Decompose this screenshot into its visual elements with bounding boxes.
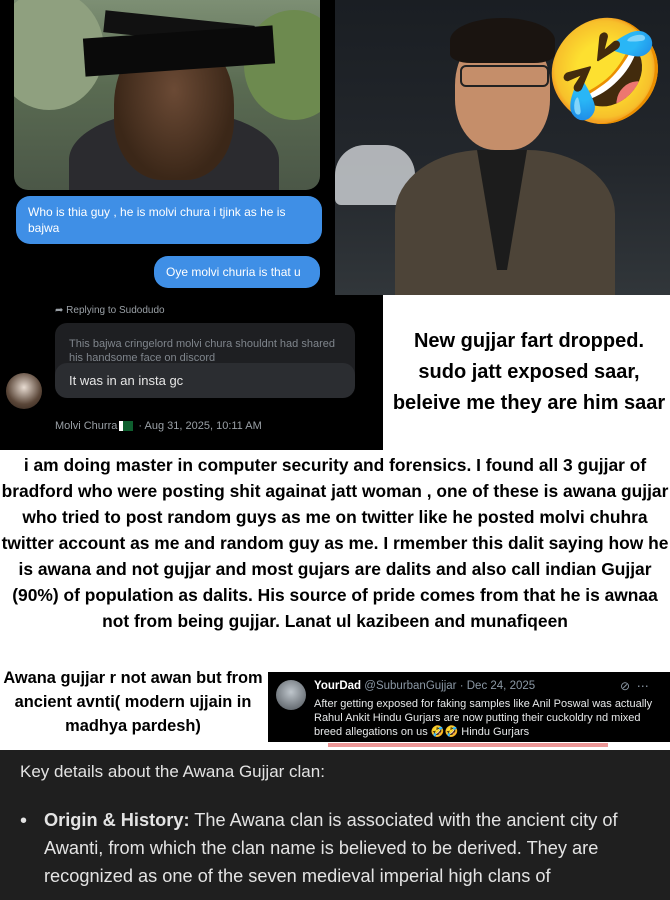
quoted-message-text: This bajwa cringelord molvi chura should… [69, 338, 335, 364]
replying-to-label: Replying to Sudodudo [66, 305, 165, 316]
pakistan-flag-icon [119, 421, 134, 432]
reply-message: It was in an insta gc [55, 363, 355, 398]
caption-awana: Awana gujjar r not awan but from ancient… [3, 669, 263, 735]
discord-reply-screenshot: ➦ Replying to Sudodudo This bajwa cringe… [0, 295, 383, 450]
laughing-emoji-icon: 🤣 [543, 13, 668, 130]
avatar [6, 373, 42, 409]
tweet-display-name: YourDad [314, 680, 362, 692]
message-meta: Molvi Churra · Aug 31, 2025, 10:11 AM [55, 420, 262, 432]
grok-icon[interactable]: ⊘ [620, 679, 630, 693]
details-bullet-text: Origin & History: The Awana clan is asso… [44, 806, 659, 890]
chat-screenshot: Who is thia guy , he is molvi chura i tj… [0, 0, 335, 295]
reply-arrow-icon: ➦ [55, 305, 67, 316]
chat-message-bubble: Who is thia guy , he is molvi chura i tj… [16, 196, 322, 244]
bullet-icon: • [20, 810, 28, 832]
more-options-icon[interactable]: ⋯ [637, 679, 649, 693]
cropped-image-strip [268, 742, 670, 750]
clan-details-panel: Key details about the Awana Gujjar clan:… [0, 750, 670, 900]
tweet-handle: @SuburbanGujjar [364, 680, 457, 692]
chat-message-bubble: Oye molvi churia is that u [154, 256, 320, 288]
tweet-text: After getting exposed for faking samples… [314, 698, 653, 738]
tweet-screenshot: YourDad @SuburbanGujjar · Dec 24, 2025 ⊘… [268, 672, 670, 750]
caption-main: i am doing master in computer security a… [1, 455, 669, 631]
caption-right: New gujjar fart dropped. sudo jatt expos… [392, 330, 666, 414]
tweet-date: Dec 24, 2025 [466, 680, 536, 692]
details-heading: Key details about the Awana Gujjar clan: [20, 762, 325, 781]
author-name: Molvi Churra [55, 420, 118, 432]
tweet-header: YourDad @SuburbanGujjar · Dec 24, 2025 [314, 680, 536, 692]
selfie-photo [14, 0, 320, 190]
message-timestamp: Aug 31, 2025, 10:11 AM [144, 420, 262, 432]
avatar [276, 680, 306, 710]
bullet-title: Origin & History: [44, 810, 190, 830]
